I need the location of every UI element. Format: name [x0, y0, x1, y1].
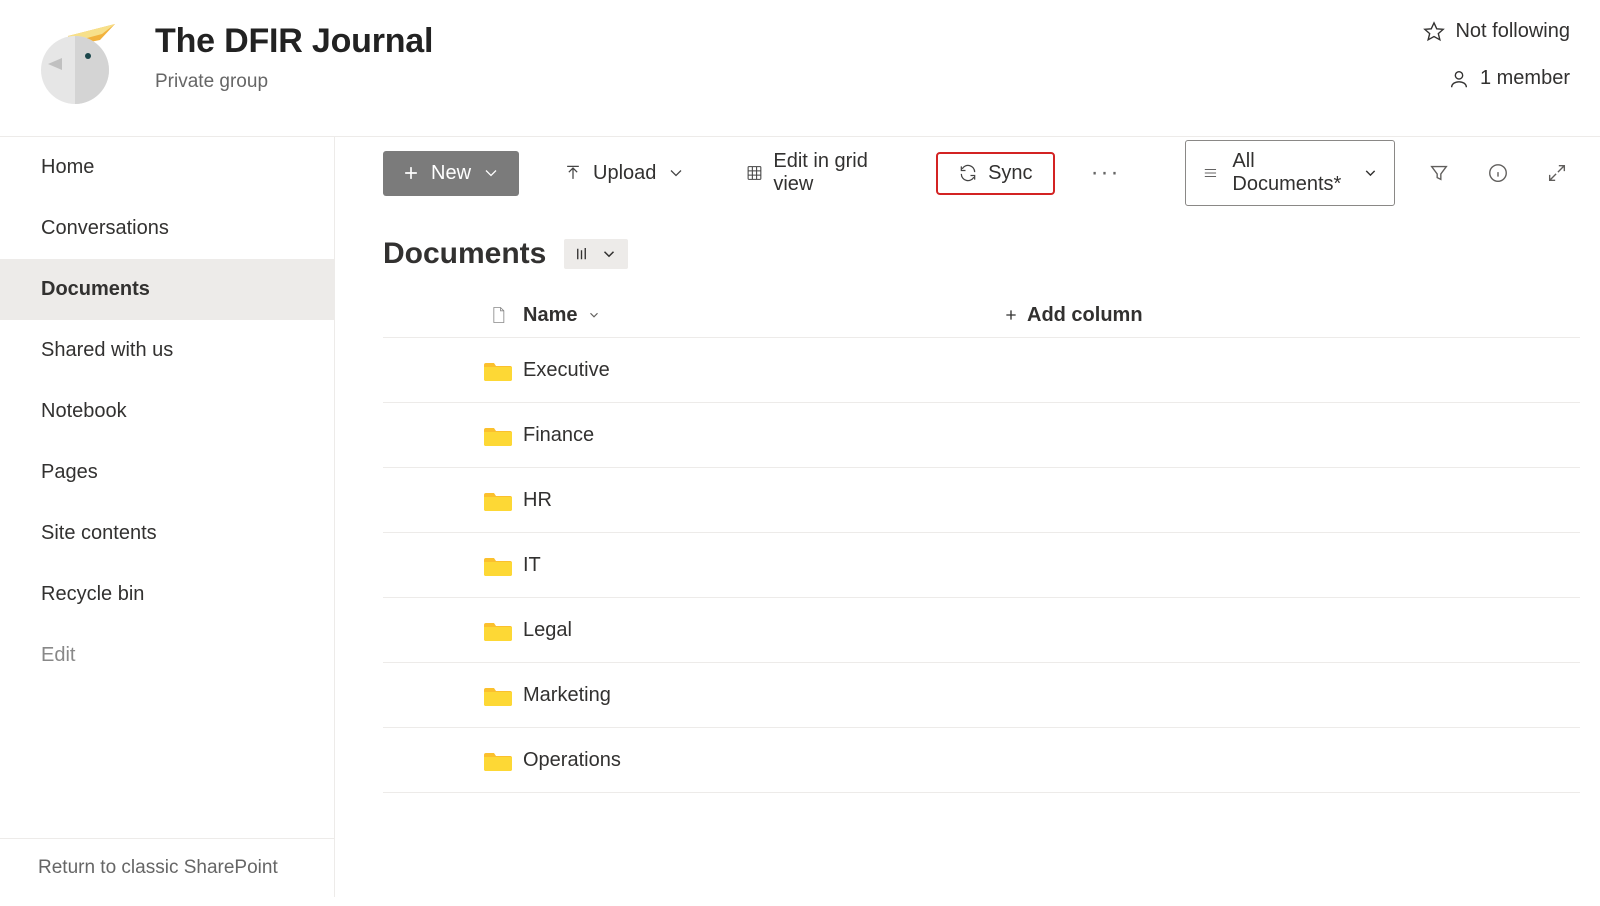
- members-label: 1 member: [1480, 67, 1570, 90]
- sidebar-item-shared[interactable]: Shared with us: [0, 320, 334, 381]
- more-actions-button[interactable]: ···: [1083, 159, 1129, 187]
- site-subtitle: Private group: [155, 71, 433, 93]
- table-row[interactable]: Operations: [383, 728, 1580, 793]
- table-row[interactable]: Marketing: [383, 663, 1580, 728]
- row-name[interactable]: Executive: [523, 359, 1003, 382]
- sidebar-item-conversations[interactable]: Conversations: [0, 198, 334, 259]
- sidebar-item-site-contents[interactable]: Site contents: [0, 503, 334, 564]
- document-table: Name Add column Executive: [383, 293, 1580, 793]
- sidebar-item-home[interactable]: Home: [0, 137, 334, 198]
- site-title[interactable]: The DFIR Journal: [155, 22, 433, 61]
- table-header: Name Add column: [383, 293, 1580, 338]
- site-logo[interactable]: [30, 14, 130, 114]
- row-name[interactable]: Finance: [523, 424, 1003, 447]
- table-row[interactable]: HR: [383, 468, 1580, 533]
- sync-button[interactable]: Sync: [936, 152, 1054, 195]
- column-header-name[interactable]: Name: [523, 304, 1003, 327]
- sidebar-item-documents[interactable]: Documents: [0, 259, 334, 320]
- folder-icon: [473, 619, 523, 641]
- follow-button[interactable]: Not following: [1423, 20, 1570, 43]
- command-bar: New Upload Edit in grid view Sync ··· Al…: [383, 137, 1580, 209]
- folder-icon: [473, 359, 523, 381]
- edit-grid-button[interactable]: Edit in grid view: [730, 140, 908, 206]
- sidebar-item-recycle-bin[interactable]: Recycle bin: [0, 564, 334, 625]
- filter-button[interactable]: [1423, 155, 1454, 191]
- row-name[interactable]: Legal: [523, 619, 1003, 642]
- sidebar-item-edit[interactable]: Edit: [0, 625, 334, 686]
- table-row[interactable]: Finance: [383, 403, 1580, 468]
- folder-icon: [473, 749, 523, 771]
- table-row[interactable]: Executive: [383, 338, 1580, 403]
- folder-icon: [473, 554, 523, 576]
- folder-icon: [473, 684, 523, 706]
- site-header: The DFIR Journal Private group Not follo…: [0, 0, 1600, 136]
- sidebar: Home Conversations Documents Shared with…: [0, 137, 335, 897]
- new-button[interactable]: New: [383, 151, 519, 196]
- table-row[interactable]: Legal: [383, 598, 1580, 663]
- return-classic-link[interactable]: Return to classic SharePoint: [0, 838, 334, 897]
- folder-icon: [473, 489, 523, 511]
- sidebar-item-notebook[interactable]: Notebook: [0, 381, 334, 442]
- row-name[interactable]: Operations: [523, 749, 1003, 772]
- info-button[interactable]: [1482, 155, 1513, 191]
- follow-label: Not following: [1455, 20, 1570, 43]
- view-selector[interactable]: All Documents*: [1185, 140, 1396, 206]
- row-name[interactable]: IT: [523, 554, 1003, 577]
- table-row[interactable]: IT: [383, 533, 1580, 598]
- file-type-icon[interactable]: [473, 303, 523, 327]
- upload-button[interactable]: Upload: [547, 152, 702, 195]
- members-button[interactable]: 1 member: [1448, 67, 1570, 90]
- library-view-button[interactable]: [564, 239, 628, 269]
- page-title: Documents: [383, 237, 546, 271]
- add-column-button[interactable]: Add column: [1003, 304, 1143, 327]
- main-content: New Upload Edit in grid view Sync ··· Al…: [335, 137, 1600, 897]
- expand-button[interactable]: [1541, 155, 1572, 191]
- row-name[interactable]: Marketing: [523, 684, 1003, 707]
- sidebar-item-pages[interactable]: Pages: [0, 442, 334, 503]
- folder-icon: [473, 424, 523, 446]
- row-name[interactable]: HR: [523, 489, 1003, 512]
